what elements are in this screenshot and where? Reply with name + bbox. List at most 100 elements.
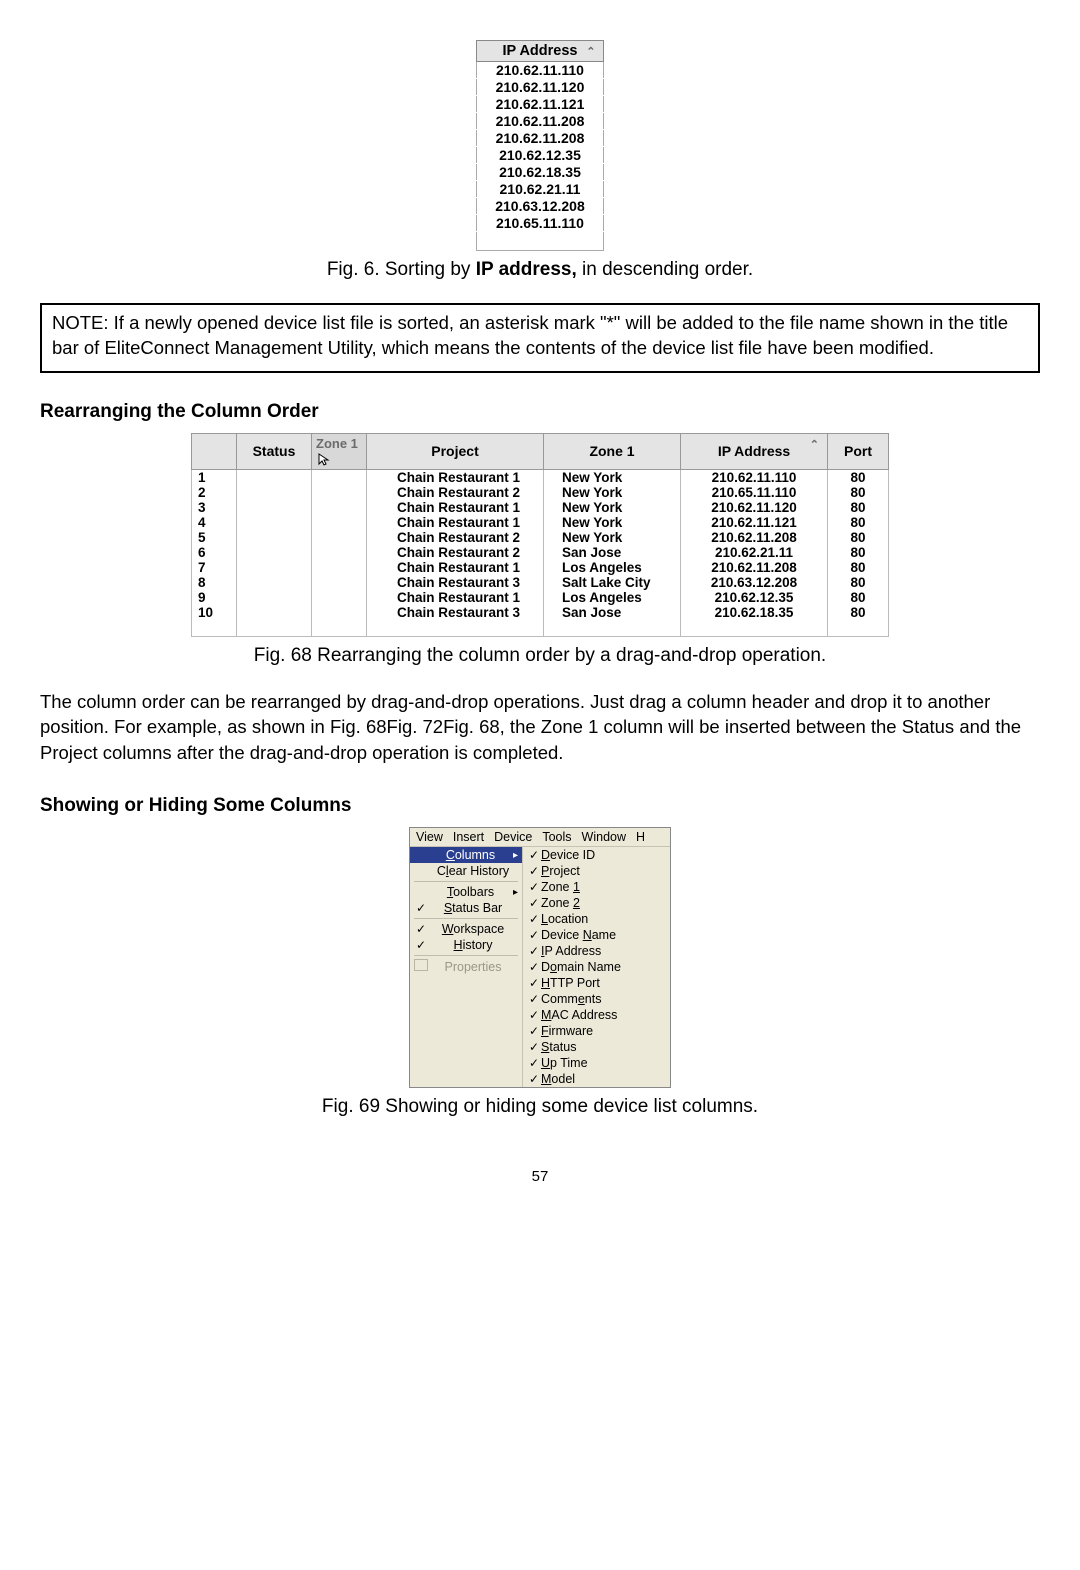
ip-cell: 210.62.11.208 (476, 113, 604, 130)
submenu-item[interactable]: ✓Zone 1 (523, 879, 670, 895)
section-rearranging-heading: Rearranging the Column Order (40, 401, 1040, 423)
submenu-item[interactable]: ✓Location (523, 911, 670, 927)
ip-cell: 210.62.11.120 (476, 79, 604, 96)
table-row[interactable]: 4Chain Restaurant 1New York210.62.11.121… (192, 515, 889, 530)
submenu-item[interactable]: ✓IP Address (523, 943, 670, 959)
check-icon: ✓ (527, 928, 541, 942)
menu-item[interactable]: ✓Status Bar (410, 900, 522, 916)
note-label: NOTE: (52, 312, 109, 333)
submenu-item[interactable]: ✓Device ID (523, 847, 670, 863)
menubar-item[interactable]: Device (494, 830, 532, 844)
table-row[interactable]: 2Chain Restaurant 2New York210.65.11.110… (192, 485, 889, 500)
table-row[interactable]: 7Chain Restaurant 1Los Angeles210.62.11.… (192, 560, 889, 575)
status-cell (237, 575, 312, 590)
spacer-cell (367, 620, 544, 637)
menubar-item[interactable]: View (416, 830, 443, 844)
zone-cell: New York (544, 500, 681, 515)
table-row[interactable]: 10Chain Restaurant 3San Jose210.62.18.35… (192, 605, 889, 620)
section-showhide-heading: Showing or Hiding Some Columns (40, 795, 1040, 817)
menu-item-label: History (428, 938, 518, 952)
spacer-cell (544, 620, 681, 637)
ip-cell: 210.62.11.121 (681, 515, 828, 530)
submenu-item[interactable]: ✓Device Name (523, 927, 670, 943)
menu-item-label: Properties (428, 960, 518, 974)
ghost-cell (312, 590, 367, 605)
spacer-cell (828, 620, 889, 637)
submenu-item-label: MAC Address (541, 1008, 617, 1022)
check-icon: ✓ (527, 992, 541, 1006)
table-row[interactable]: 8Chain Restaurant 3Salt Lake City210.63.… (192, 575, 889, 590)
project-cell: Chain Restaurant 1 (367, 469, 544, 485)
submenu-item[interactable]: ✓Zone 2 (523, 895, 670, 911)
submenu-item[interactable]: ✓Status (523, 1039, 670, 1055)
ip-cell: 210.62.12.35 (681, 590, 828, 605)
menubar-item[interactable]: Window (582, 830, 626, 844)
submenu-item-label: Domain Name (541, 960, 621, 974)
menu-item[interactable]: ✓History (410, 937, 522, 953)
zone-cell: Los Angeles (544, 590, 681, 605)
fig6-caption: Fig. 6. Sorting by IP address, in descen… (40, 259, 1040, 281)
col-ip-label: IP Address (718, 443, 790, 459)
note-text: If a newly opened device list file is so… (52, 312, 1008, 358)
project-cell: Chain Restaurant 3 (367, 605, 544, 620)
submenu-item[interactable]: ✓Model (523, 1071, 670, 1087)
check-icon: ✓ (527, 912, 541, 926)
submenu-item[interactable]: ✓MAC Address (523, 1007, 670, 1023)
ip-column-header[interactable]: IP Address ⌃ (476, 41, 604, 62)
ip-cell: 210.62.11.110 (681, 469, 828, 485)
rownum-cell: 4 (192, 515, 237, 530)
menubar-item[interactable]: Insert (453, 830, 484, 844)
submenu-arrow-icon: ▸ (513, 887, 518, 898)
menubar-item[interactable]: Tools (542, 830, 571, 844)
submenu-item[interactable]: ✓Comments (523, 991, 670, 1007)
submenu-item-label: Zone 1 (541, 880, 580, 894)
table-row[interactable]: 9Chain Restaurant 1Los Angeles210.62.12.… (192, 590, 889, 605)
submenu-item-label: Up Time (541, 1056, 588, 1070)
check-icon: ✓ (527, 1024, 541, 1038)
menubar: View Insert Device Tools Window H (410, 828, 670, 847)
rownum-cell: 8 (192, 575, 237, 590)
rownum-cell: 7 (192, 560, 237, 575)
col-ghost-zone[interactable]: Zone 1 (312, 433, 367, 469)
rownum-cell: 10 (192, 605, 237, 620)
menu-item[interactable]: ✓Workspace (410, 921, 522, 937)
table-row[interactable]: 3Chain Restaurant 1New York210.62.11.120… (192, 500, 889, 515)
col-zone1[interactable]: Zone 1 (544, 433, 681, 469)
zone-cell: San Jose (544, 605, 681, 620)
ghost-cell (312, 485, 367, 500)
rearrange-table: Status Zone 1 Project Zone 1 IP Address … (191, 433, 889, 637)
port-cell: 80 (828, 515, 889, 530)
menu-separator (414, 955, 518, 956)
check-icon: ✓ (527, 848, 541, 862)
status-cell (237, 605, 312, 620)
sort-asc-icon: ⌃ (810, 438, 819, 451)
check-icon: ✓ (527, 1072, 541, 1086)
menubar-item[interactable]: H (636, 830, 645, 844)
ghost-cell (312, 515, 367, 530)
menu-item[interactable]: Clear History (410, 863, 522, 879)
ip-cell-blank (476, 232, 604, 251)
project-cell: Chain Restaurant 3 (367, 575, 544, 590)
menu-item[interactable]: Columns▸ (410, 847, 522, 863)
col-project[interactable]: Project (367, 433, 544, 469)
port-cell: 80 (828, 500, 889, 515)
submenu-item[interactable]: ✓HTTP Port (523, 975, 670, 991)
status-cell (237, 530, 312, 545)
spacer-cell (312, 620, 367, 637)
col-status[interactable]: Status (237, 433, 312, 469)
table-row[interactable]: 1Chain Restaurant 1New York210.62.11.110… (192, 469, 889, 485)
table-row[interactable]: 6Chain Restaurant 2San Jose210.62.21.118… (192, 545, 889, 560)
col-rownum[interactable] (192, 433, 237, 469)
fig6-caption-prefix: Fig. 6. Sorting by (327, 259, 476, 280)
menu-item[interactable]: Toolbars▸ (410, 884, 522, 900)
submenu-item[interactable]: ✓Domain Name (523, 959, 670, 975)
col-ip[interactable]: IP Address ⌃ (681, 433, 828, 469)
project-cell: Chain Restaurant 2 (367, 545, 544, 560)
submenu-item[interactable]: ✓Firmware (523, 1023, 670, 1039)
col-port[interactable]: Port (828, 433, 889, 469)
submenu-item[interactable]: ✓Project (523, 863, 670, 879)
table-row[interactable]: 5Chain Restaurant 2New York210.62.11.208… (192, 530, 889, 545)
project-cell: Chain Restaurant 1 (367, 560, 544, 575)
submenu-item[interactable]: ✓Up Time (523, 1055, 670, 1071)
port-cell: 80 (828, 575, 889, 590)
